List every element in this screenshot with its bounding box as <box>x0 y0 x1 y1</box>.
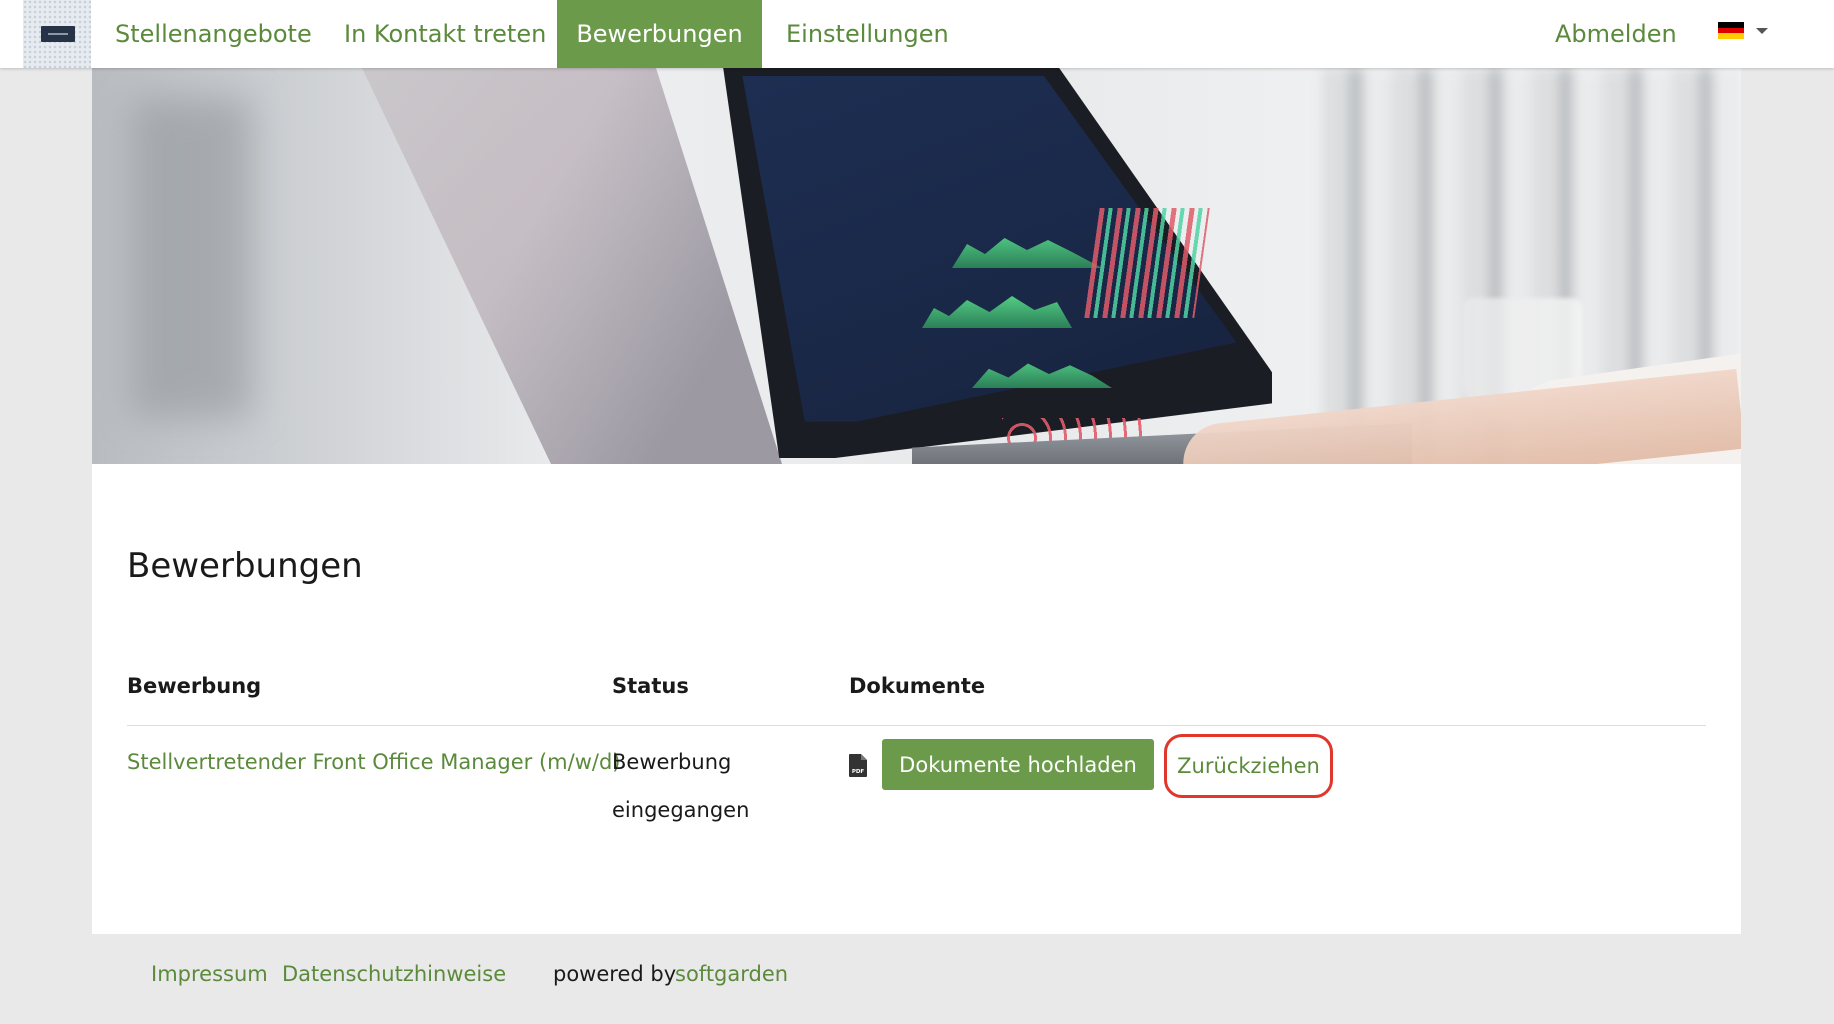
svg-text:PDF: PDF <box>852 769 865 775</box>
nav-item-kontakt[interactable]: In Kontakt treten <box>344 0 546 68</box>
upload-documents-button[interactable]: Dokumente hochladen <box>882 739 1154 790</box>
column-header-application: Bewerbung <box>127 674 262 698</box>
nav-item-stellenangebote[interactable]: Stellenangebote <box>115 0 312 68</box>
german-flag-icon <box>1718 22 1744 39</box>
company-logo[interactable] <box>23 0 91 68</box>
applications-panel: Bewerbungen Bewerbung Status Dokumente S… <box>92 464 1741 934</box>
pdf-file-icon[interactable]: PDF <box>849 754 867 777</box>
logo-mark <box>41 26 75 42</box>
powered-by-text: powered by <box>553 962 677 986</box>
nav-item-bewerbungen[interactable]: Bewerbungen <box>557 0 762 68</box>
hero-banner-image <box>92 68 1741 464</box>
job-title-link[interactable]: Stellvertretender Front Office Manager (… <box>127 750 620 774</box>
page-title: Bewerbungen <box>127 546 363 586</box>
nav-item-einstellungen[interactable]: Einstellungen <box>786 0 949 68</box>
chevron-down-icon <box>1756 28 1768 34</box>
privacy-link[interactable]: Datenschutzhinweise <box>282 962 506 986</box>
softgarden-link[interactable]: softgarden <box>675 962 788 986</box>
column-header-status: Status <box>612 674 689 698</box>
top-navbar: Stellenangebote In Kontakt treten Bewerb… <box>0 0 1834 68</box>
application-status: Bewerbung eingegangen <box>612 750 750 822</box>
table-divider <box>127 725 1706 726</box>
imprint-link[interactable]: Impressum <box>151 962 268 986</box>
column-header-documents: Dokumente <box>849 674 986 698</box>
footer: Impressum Datenschutzhinweise powered by… <box>0 934 1834 1024</box>
language-dropdown[interactable] <box>1718 22 1770 44</box>
withdraw-application-link[interactable]: Zurückziehen <box>1164 734 1333 798</box>
logout-link[interactable]: Abmelden <box>1555 0 1677 68</box>
